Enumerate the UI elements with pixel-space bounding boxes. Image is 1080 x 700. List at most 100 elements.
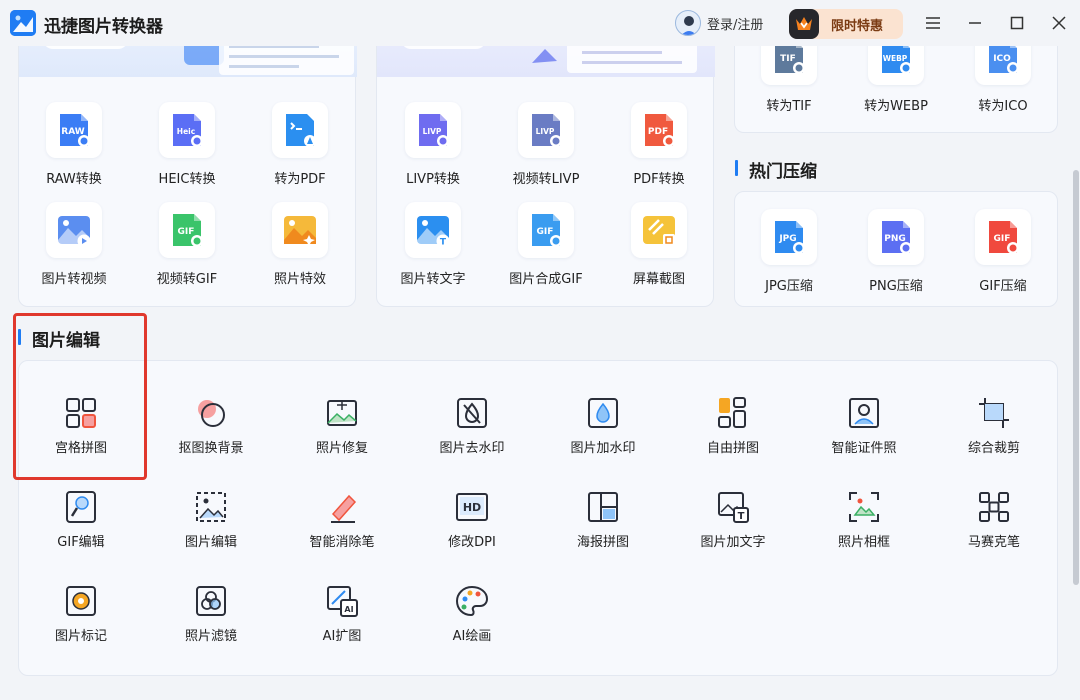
tool-tile[interactable]: JPG JPG压缩	[744, 209, 834, 294]
edit-tool[interactable]: AI AI扩图	[282, 584, 402, 644]
menu-button[interactable]	[921, 11, 945, 35]
tool-tile[interactable]: LIVP LIVP转换	[388, 102, 478, 187]
tool-tile[interactable]: 图片转视频	[29, 202, 119, 287]
add-watermark-icon	[586, 396, 620, 430]
remove-watermark-icon	[455, 396, 489, 430]
edit-tool[interactable]: 图片标记	[21, 584, 141, 644]
app-title: 迅捷图片转换器	[44, 17, 163, 37]
tile-label: 转为PDF	[274, 172, 326, 187]
edit-tool[interactable]: 自由拼图	[673, 396, 793, 456]
grid-collage-icon	[64, 396, 98, 430]
svg-text:GIF: GIF	[537, 227, 554, 237]
crop-icon	[977, 396, 1011, 430]
tile-label: HEIC转换	[158, 172, 216, 187]
tool-tile[interactable]: PNG PNG压缩	[851, 209, 941, 294]
maximize-button[interactable]	[1005, 11, 1029, 35]
edit-tool-label: 照片滤镜	[184, 629, 237, 644]
edit-tool[interactable]: 抠图换背景	[151, 396, 271, 456]
edit-tool[interactable]: 图片去水印	[412, 396, 532, 456]
photo-repair-icon	[325, 396, 359, 430]
edit-tool[interactable]: 图片加水印	[543, 396, 663, 456]
promo-label: 限时特惠	[831, 18, 884, 34]
dpi-icon: HD	[455, 490, 489, 524]
tile-label: PDF转换	[633, 172, 685, 187]
tool-tile[interactable]: GIF 图片合成GIF	[501, 202, 591, 287]
hamburger-icon	[926, 17, 940, 29]
edit-tool-label: 智能证件照	[831, 441, 897, 456]
svg-text:LIVP: LIVP	[423, 127, 442, 136]
edit-tool-label: 马赛克笔	[967, 535, 1020, 550]
title-bar: 迅捷图片转换器 登录/注册 限时特惠	[0, 0, 1080, 46]
edit-tool-label: AI绘画	[452, 629, 492, 644]
image-to-text-icon: T	[405, 202, 461, 258]
tool-tile[interactable]: T 图片转文字	[388, 202, 478, 287]
svg-text:HD: HD	[463, 501, 481, 514]
gif-edit-icon	[64, 490, 98, 524]
tile-label: 转为WEBP	[864, 99, 928, 114]
edit-tool[interactable]: 照片相框	[804, 490, 924, 550]
tile-label: 图片转视频	[41, 272, 107, 287]
edit-tool-label: 图片标记	[54, 629, 107, 644]
svg-text:LIVP: LIVP	[536, 127, 555, 136]
edit-tool[interactable]: 图片编辑	[151, 490, 271, 550]
tool-tile[interactable]: 照片特效	[255, 202, 345, 287]
tool-tile[interactable]: 转为PDF	[255, 102, 345, 187]
tile-label: GIF压缩	[979, 279, 1027, 294]
gif-compose-icon: GIF	[518, 202, 574, 258]
edit-tool[interactable]: HD 修改DPI	[412, 490, 532, 550]
svg-text:JPG: JPG	[778, 234, 796, 244]
edit-tool[interactable]: 海报拼图	[543, 490, 663, 550]
tool-tile[interactable]: GIF GIF压缩	[958, 209, 1048, 294]
edit-tool-label: GIF编辑	[57, 535, 105, 550]
edit-section-title: 图片编辑	[32, 331, 100, 351]
close-button[interactable]	[1047, 11, 1071, 35]
svg-text:RAW: RAW	[61, 127, 84, 137]
svg-text:PNG: PNG	[884, 234, 906, 244]
scrollbar[interactable]	[1073, 170, 1079, 585]
tile-label: PNG压缩	[869, 279, 923, 294]
tool-tile[interactable]: 屏幕截图	[614, 202, 704, 287]
tile-label: RAW转换	[46, 172, 102, 187]
photo-filter-icon	[194, 584, 228, 618]
minimize-icon	[969, 22, 981, 24]
jpg-compress-icon: JPG	[761, 209, 817, 265]
screenshot-icon	[631, 202, 687, 258]
free-collage-icon	[716, 396, 750, 430]
livp-file-icon: LIVP	[405, 102, 461, 158]
edit-tool-label: 图片加水印	[570, 441, 636, 456]
edit-tool[interactable]: AI绘画	[412, 584, 532, 644]
edit-tool[interactable]: GIF编辑	[21, 490, 141, 550]
tool-tile[interactable]: PDF PDF转换	[614, 102, 704, 187]
section-marker	[735, 160, 738, 176]
add-text-icon: T	[716, 490, 750, 524]
promo-button[interactable]: 限时特惠	[789, 9, 903, 39]
video-to-gif-icon: GIF	[159, 202, 215, 258]
svg-text:T: T	[440, 238, 447, 248]
edit-tool[interactable]: 马赛克笔	[934, 490, 1054, 550]
edit-tool[interactable]: 照片滤镜	[151, 584, 271, 644]
section-marker	[18, 329, 21, 345]
minimize-button[interactable]	[963, 11, 987, 35]
edit-tool[interactable]: T 图片加文字	[673, 490, 793, 550]
png-compress-icon: PNG	[868, 209, 924, 265]
login-button[interactable]: 登录/注册	[675, 9, 763, 37]
video-to-livp-icon: LIVP	[518, 102, 574, 158]
edit-tool-label: 自由拼图	[706, 441, 759, 456]
edit-tool[interactable]: 宫格拼图	[21, 396, 141, 456]
tool-tile[interactable]: Heic HEIC转换	[142, 102, 232, 187]
tile-label: 图片合成GIF	[509, 272, 583, 287]
edit-tool[interactable]: 智能消除笔	[282, 490, 402, 550]
svg-text:T: T	[738, 511, 745, 522]
tile-label: 图片转文字	[400, 272, 466, 287]
edit-tool[interactable]: 综合裁剪	[934, 396, 1054, 456]
tool-tile[interactable]: RAW RAW转换	[29, 102, 119, 187]
tool-tile[interactable]: LIVP 视频转LIVP	[501, 102, 591, 187]
edit-tool-label: 海报拼图	[576, 535, 629, 550]
edit-tool[interactable]: 照片修复	[282, 396, 402, 456]
edit-tool-label: 修改DPI	[448, 535, 496, 550]
tile-label: LIVP转换	[406, 172, 460, 187]
edit-tool[interactable]: 智能证件照	[804, 396, 924, 456]
tool-tile[interactable]: GIF 视频转GIF	[142, 202, 232, 287]
ai-expand-icon: AI	[325, 584, 359, 618]
compress-section-title: 热门压缩	[749, 162, 817, 182]
